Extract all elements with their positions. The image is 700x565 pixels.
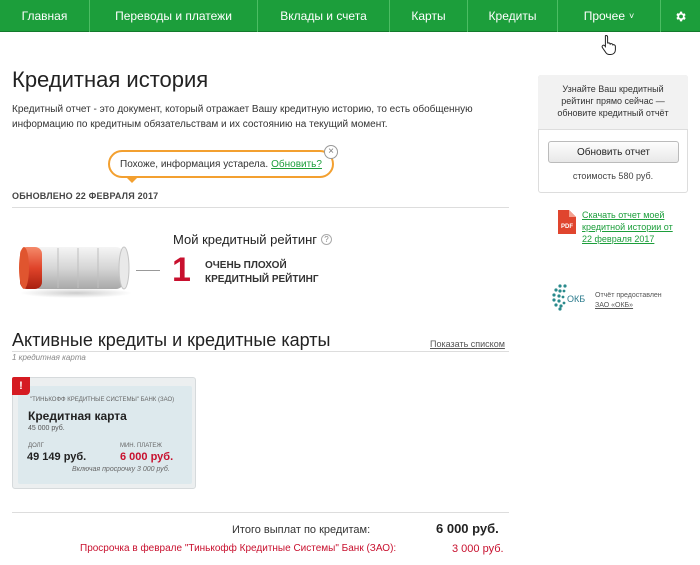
help-icon[interactable]: ?: [321, 234, 332, 245]
nav-item-credits[interactable]: Кредиты: [468, 0, 558, 32]
nav-label: Карты: [411, 9, 446, 23]
card-limit: 45 000 руб.: [28, 425, 65, 432]
show-list-link[interactable]: Показать списком: [430, 339, 505, 349]
card-bank-name: "Тинькофф Кредитные Системы" Банк (ЗАО): [30, 397, 175, 403]
card-debt: 49 149 руб.: [27, 451, 87, 463]
loans-title: Активные кредиты и кредитные карты: [12, 330, 331, 350]
page-title: Кредитная история: [12, 67, 209, 92]
notice-text: Похоже, информация устарела.: [120, 158, 269, 170]
nav-label: Переводы и платежи: [115, 9, 232, 23]
loan-count: 1 кредитная карта: [12, 353, 86, 362]
card-debt-label: ДОЛГ: [28, 443, 44, 449]
rating-text-line: КРЕДИТНЫЙ РЕЙТИНГ: [205, 274, 319, 285]
page-description: Кредитный отчет - это документ, который …: [12, 104, 473, 130]
card-min-payment: 6 000 руб.: [120, 451, 174, 463]
card-name: Кредитная карта: [28, 409, 127, 423]
nav-item-deposits[interactable]: Вклады и счета: [258, 0, 390, 32]
rating-value: 1: [172, 251, 191, 289]
nav-item-more[interactable]: Прочее ˅: [558, 0, 661, 32]
overdue-value: 3 000 руб.: [452, 543, 504, 555]
overdue-label: Просрочка в феврале "Тинькофф Кредитные …: [80, 543, 397, 554]
nav-label: Прочее: [583, 9, 626, 23]
update-report-button[interactable]: Обновить отчет: [548, 141, 679, 163]
rating-heading: Мой кредитный рейтинг?: [173, 232, 332, 247]
divider: [12, 351, 509, 352]
nav-label: Главная: [21, 9, 68, 23]
okb-logo-text: ОКБ: [567, 294, 585, 304]
update-report-message: Узнайте Ваш кредитный рейтинг прямо сейч…: [557, 84, 669, 118]
pdf-icon-label: PDF: [561, 224, 573, 230]
warning-icon: !: [12, 377, 30, 395]
nav-item-cards[interactable]: Карты: [390, 0, 468, 32]
settings-button[interactable]: [661, 0, 700, 32]
nav-label: Кредиты: [488, 9, 537, 23]
refresh-link[interactable]: Обновить?: [271, 159, 322, 170]
okb-credit: Отчёт предоставлен ЗАО «ОКБ»: [595, 291, 695, 311]
top-nav: Главная Переводы и платежи Вклады и счет…: [0, 0, 700, 32]
divider: [12, 207, 509, 208]
rating-label: Мой кредитный рейтинг: [173, 232, 317, 247]
rating-battery-icon: [19, 246, 132, 298]
updated-date: ОБНОВЛЕНО 22 ФЕВРАЛЯ 2017: [12, 191, 159, 201]
rating-text-line: ОЧЕНЬ ПЛОХОЙ: [205, 260, 287, 271]
rating-connector: [136, 270, 160, 271]
outdated-notice: Похоже, информация устарела. Обновить?: [108, 150, 334, 178]
close-icon[interactable]: ×: [324, 145, 338, 159]
gear-icon: [676, 11, 686, 21]
okb-provided-by: Отчёт предоставлен: [595, 292, 662, 299]
chevron-down-icon: ˅: [629, 11, 635, 21]
total-value: 6 000 руб.: [436, 521, 499, 536]
report-cost: стоимость 580 руб.: [572, 171, 654, 181]
rating-description: ОЧЕНЬ ПЛОХОЙ КРЕДИТНЫЙ РЕЙТИНГ: [205, 259, 345, 287]
okb-link[interactable]: ЗАО «ОКБ»: [595, 302, 633, 309]
pdf-icon[interactable]: PDF: [556, 210, 576, 234]
okb-logo: ОКБ: [552, 284, 585, 311]
nav-item-transfers[interactable]: Переводы и платежи: [90, 0, 258, 32]
card-min-payment-label: МИН. ПЛАТЕЖ: [120, 443, 162, 449]
download-report-link[interactable]: Скачать отчет моей кредитной истории от …: [582, 209, 682, 245]
nav-item-home[interactable]: Главная: [0, 0, 90, 32]
hand-cursor-icon: [601, 34, 616, 55]
nav-label: Вклады и счета: [280, 9, 367, 23]
divider: [12, 512, 509, 513]
total-label: Итого выплат по кредитам:: [232, 524, 371, 536]
card-overdue: Включая просрочку 3 000 руб.: [72, 466, 170, 473]
notice-tail: [125, 176, 139, 183]
